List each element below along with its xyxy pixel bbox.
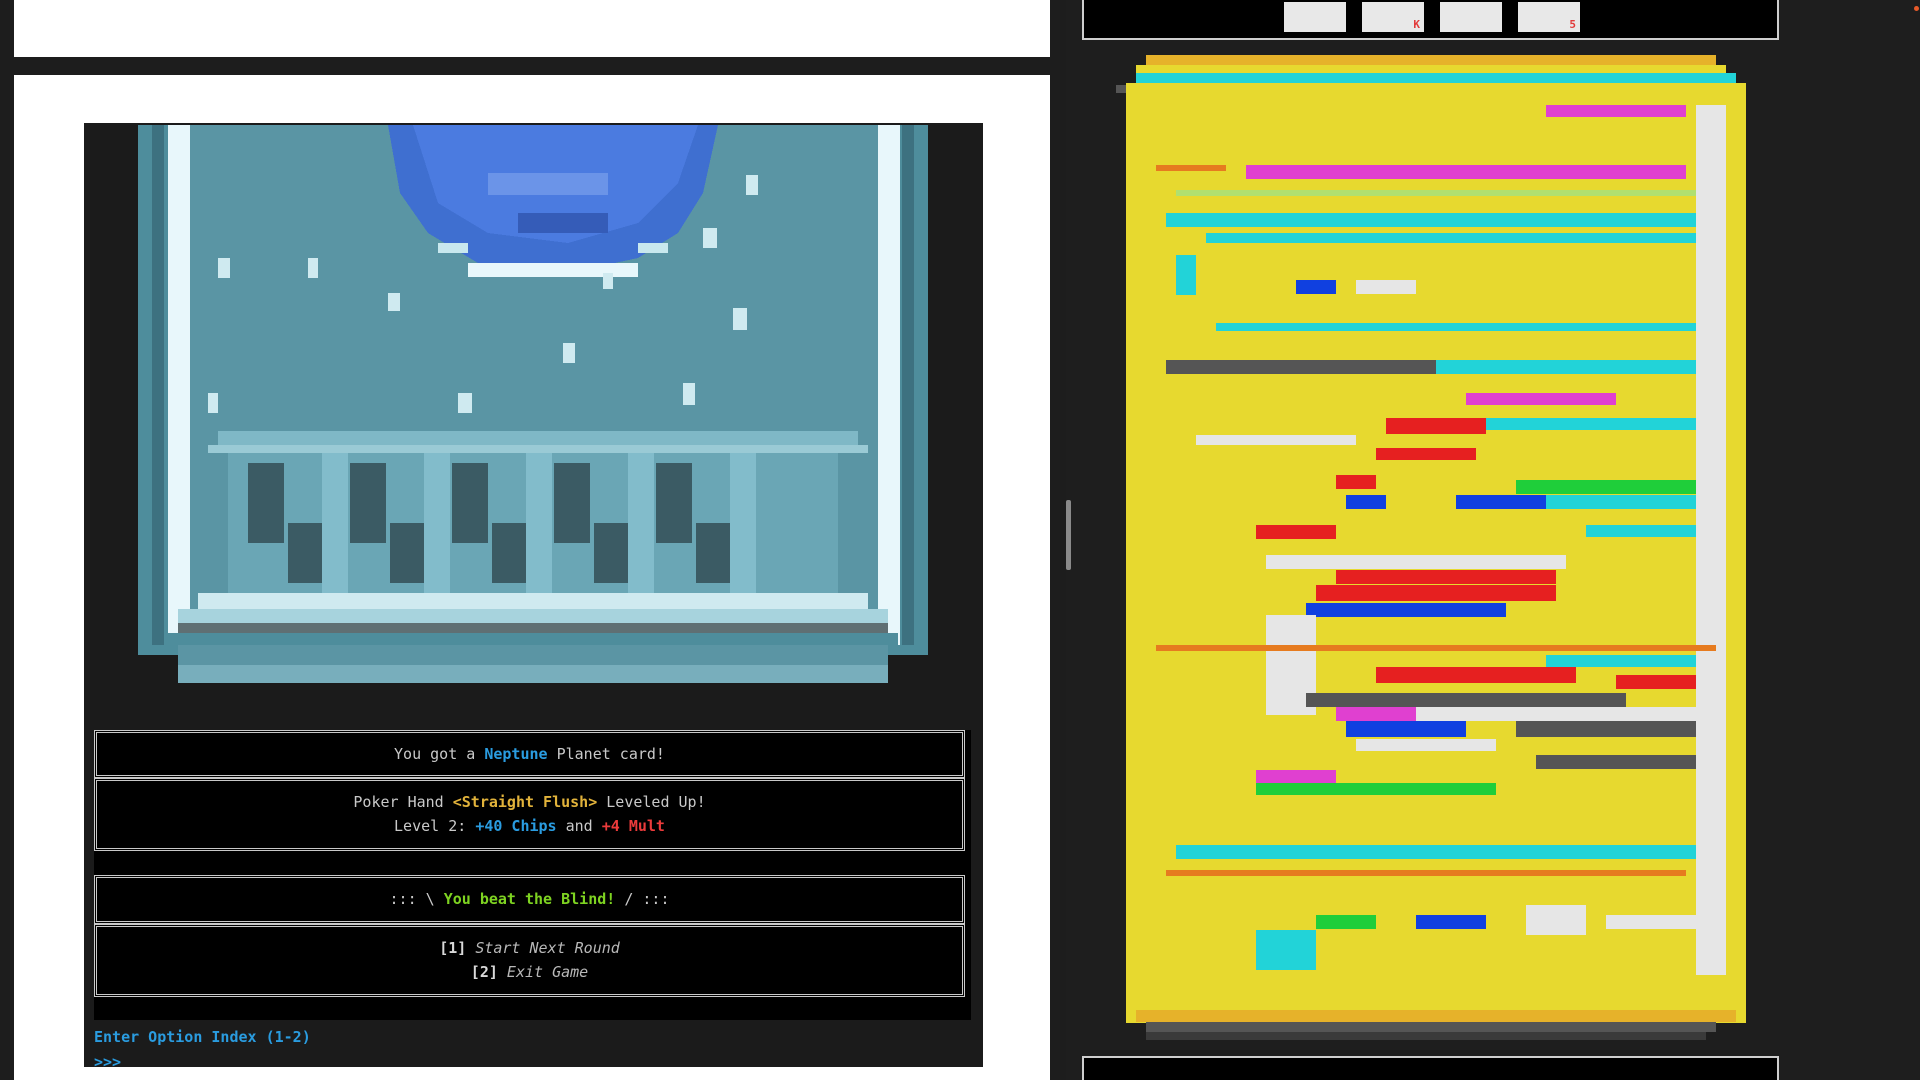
level-label: Level 2:: [394, 817, 476, 835]
blind-beaten-message: ::: \ You beat the Blind! / :::: [94, 875, 965, 924]
chips-bonus: +40 Chips: [475, 817, 557, 835]
right-bottom-strip: [1082, 1056, 1779, 1080]
options-menu: [1] Start Next Round [2] Exit Game: [94, 924, 965, 997]
planet-suffix: Planet card!: [547, 745, 665, 763]
planet-prefix: You got a: [394, 745, 485, 763]
right-tab-strip: K 5: [1082, 0, 1779, 40]
and-text: and: [556, 817, 602, 835]
option-exit-game[interactable]: [2] Exit Game: [97, 960, 962, 984]
option-label: Exit Game: [506, 963, 589, 981]
mult-bonus: +4 Mult: [601, 817, 665, 835]
option-start-next-round[interactable]: [1] Start Next Round: [97, 936, 962, 960]
right-tab[interactable]: [1284, 2, 1346, 32]
right-tab[interactable]: 5: [1518, 2, 1580, 32]
planet-card-message: You got a Neptune Planet card!: [94, 730, 965, 778]
pixel-board-graphic: [1116, 55, 1746, 1040]
message-log: You got a Neptune Planet card! Poker Han…: [94, 730, 971, 1020]
right-pane: K 5: [1076, 0, 1920, 1080]
right-tab[interactable]: [1440, 2, 1502, 32]
blind-deco-right: / :::: [615, 890, 670, 908]
level-up-suffix: Leveled Up!: [597, 793, 706, 811]
option-prompt: Enter Option Index (1-2): [94, 1028, 311, 1046]
option-index: [1]: [439, 939, 467, 957]
poker-hand-name: <Straight Flush>: [452, 793, 598, 811]
planet-name: Neptune: [484, 745, 548, 763]
blind-text: You beat the Blind!: [443, 890, 616, 908]
input-cursor[interactable]: >>>: [94, 1053, 121, 1067]
level-up-prefix: Poker Hand: [353, 793, 453, 811]
option-index: [2]: [470, 963, 498, 981]
game-terminal[interactable]: You got a Neptune Planet card! Poker Han…: [84, 123, 983, 1067]
top-panel: [14, 0, 1050, 57]
neptune-planet-card: [138, 123, 928, 683]
option-label: Start Next Round: [475, 939, 620, 957]
level-up-message: Poker Hand <Straight Flush> Leveled Up! …: [94, 778, 965, 851]
right-tab[interactable]: K: [1362, 2, 1424, 32]
notification-dot-icon: [1914, 6, 1919, 11]
blind-deco-left: ::: \: [389, 890, 444, 908]
pane-splitter-handle[interactable]: [1066, 500, 1071, 570]
